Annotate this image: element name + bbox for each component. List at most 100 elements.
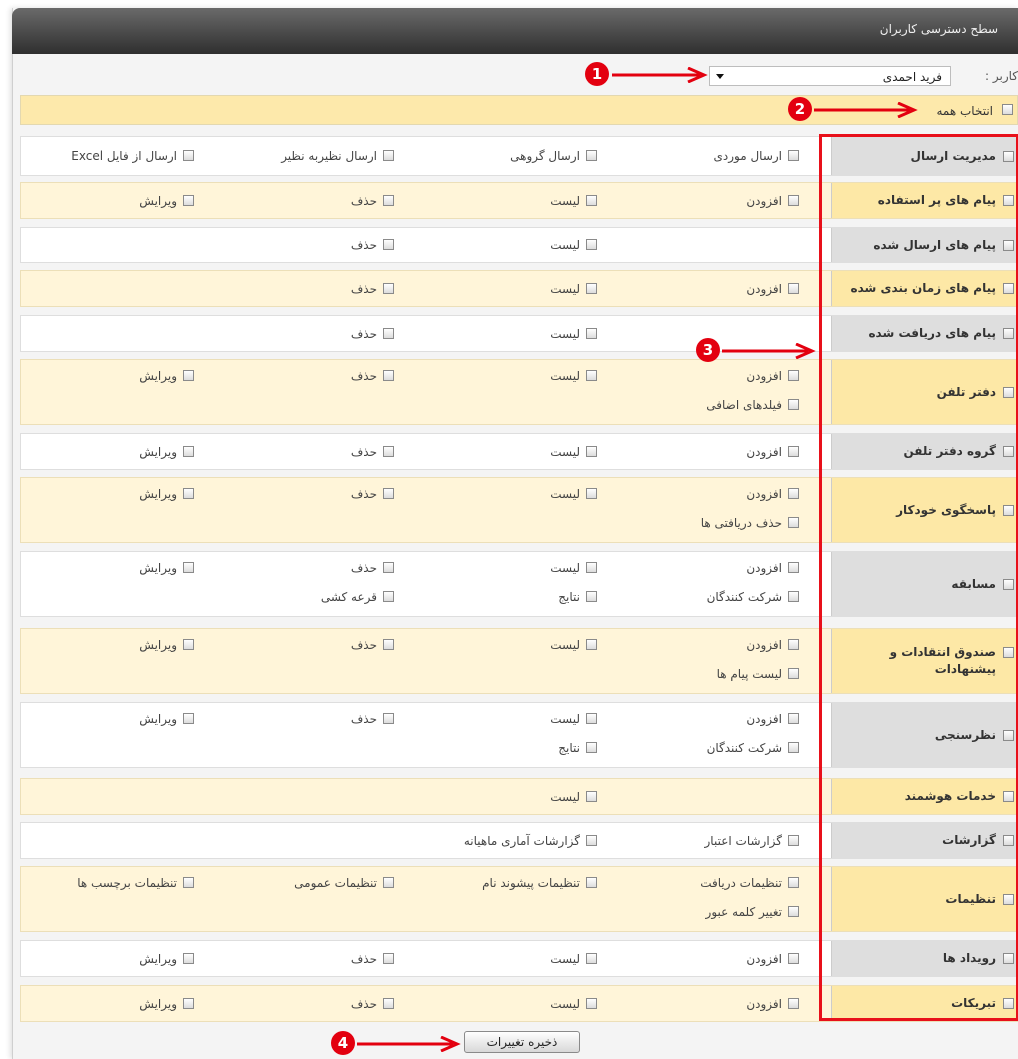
permission-checkbox[interactable] (788, 562, 799, 573)
permission-checkbox[interactable] (788, 835, 799, 846)
permission-option[interactable]: تنظیمات دریافت (624, 875, 799, 891)
permission-option[interactable]: تنظیمات عمومی (219, 875, 394, 891)
permission-checkbox[interactable] (383, 591, 394, 602)
permission-option[interactable]: شرکت کنندگان (624, 740, 799, 756)
permission-checkbox[interactable] (586, 488, 597, 499)
permission-option[interactable]: حذف (219, 560, 394, 576)
permission-checkbox[interactable] (788, 668, 799, 679)
section-checkbox[interactable] (1003, 328, 1014, 339)
permission-option[interactable]: ارسال گروهی (422, 148, 597, 164)
permission-option[interactable]: افزودن (624, 281, 799, 297)
permission-checkbox[interactable] (183, 998, 194, 1009)
permission-option[interactable]: لیست پیام ها (624, 666, 799, 682)
permission-option[interactable]: افزودن (624, 996, 799, 1012)
permission-checkbox[interactable] (788, 488, 799, 499)
permission-checkbox[interactable] (586, 446, 597, 457)
permission-checkbox[interactable] (183, 195, 194, 206)
section-checkbox[interactable] (1003, 998, 1014, 1009)
permission-checkbox[interactable] (788, 906, 799, 917)
select-all-checkbox[interactable] (1002, 104, 1013, 115)
user-select[interactable]: فرید احمدی (709, 66, 951, 86)
permission-checkbox[interactable] (586, 998, 597, 1009)
permission-checkbox[interactable] (183, 562, 194, 573)
permission-checkbox[interactable] (788, 877, 799, 888)
permission-option[interactable]: حذف (219, 237, 394, 253)
permission-option[interactable]: لیست (422, 637, 597, 653)
permission-checkbox[interactable] (788, 953, 799, 964)
permission-option[interactable]: قرعه کشی (219, 589, 394, 605)
permission-option[interactable]: تنظیمات پیشوند نام (422, 875, 597, 891)
permission-checkbox[interactable] (586, 953, 597, 964)
permission-option[interactable]: ارسال موردی (624, 148, 799, 164)
permission-option[interactable]: ویرایش (19, 444, 194, 460)
permission-option[interactable]: ویرایش (19, 560, 194, 576)
section-checkbox[interactable] (1003, 647, 1014, 658)
permission-checkbox[interactable] (586, 283, 597, 294)
permission-option[interactable]: لیست (422, 444, 597, 460)
permission-checkbox[interactable] (383, 370, 394, 381)
section-checkbox[interactable] (1003, 791, 1014, 802)
permission-checkbox[interactable] (383, 328, 394, 339)
permission-checkbox[interactable] (788, 517, 799, 528)
permission-checkbox[interactable] (788, 742, 799, 753)
permission-checkbox[interactable] (788, 399, 799, 410)
permission-checkbox[interactable] (183, 713, 194, 724)
permission-checkbox[interactable] (383, 713, 394, 724)
permission-checkbox[interactable] (383, 150, 394, 161)
permission-option[interactable]: لیست (422, 951, 597, 967)
permission-checkbox[interactable] (383, 998, 394, 1009)
permission-checkbox[interactable] (586, 639, 597, 650)
section-checkbox[interactable] (1003, 151, 1014, 162)
chevron-down-icon[interactable] (716, 74, 724, 79)
permission-checkbox[interactable] (183, 446, 194, 457)
permission-checkbox[interactable] (788, 283, 799, 294)
permission-checkbox[interactable] (383, 639, 394, 650)
permission-option[interactable]: ویرایش (19, 637, 194, 653)
permission-option[interactable]: لیست (422, 326, 597, 342)
permission-checkbox[interactable] (788, 370, 799, 381)
permission-checkbox[interactable] (383, 877, 394, 888)
permission-checkbox[interactable] (183, 953, 194, 964)
permission-option[interactable]: گزارشات آماری ماهیانه (422, 833, 597, 849)
permission-option[interactable]: حذف (219, 996, 394, 1012)
permission-checkbox[interactable] (586, 239, 597, 250)
section-checkbox[interactable] (1003, 953, 1014, 964)
permission-option[interactable]: لیست (422, 368, 597, 384)
permission-checkbox[interactable] (788, 446, 799, 457)
permission-option[interactable]: حذف (219, 193, 394, 209)
permission-checkbox[interactable] (788, 150, 799, 161)
permission-option[interactable]: افزودن (624, 486, 799, 502)
section-checkbox[interactable] (1003, 446, 1014, 457)
permission-option[interactable]: حذف (219, 711, 394, 727)
permission-option[interactable]: ویرایش (19, 996, 194, 1012)
permission-checkbox[interactable] (586, 591, 597, 602)
permission-option[interactable]: افزودن (624, 637, 799, 653)
permission-option[interactable]: شرکت کنندگان (624, 589, 799, 605)
section-checkbox[interactable] (1003, 730, 1014, 741)
permission-option[interactable]: لیست (422, 789, 597, 805)
permission-option[interactable]: افزودن (624, 951, 799, 967)
permission-checkbox[interactable] (183, 877, 194, 888)
section-checkbox[interactable] (1003, 240, 1014, 251)
permission-checkbox[interactable] (383, 562, 394, 573)
permission-option[interactable]: افزودن (624, 560, 799, 576)
section-checkbox[interactable] (1003, 835, 1014, 846)
section-checkbox[interactable] (1003, 387, 1014, 398)
permission-option[interactable]: ویرایش (19, 951, 194, 967)
permission-checkbox[interactable] (383, 195, 394, 206)
permission-option[interactable]: تنظیمات برچسب ها (19, 875, 194, 891)
permission-checkbox[interactable] (788, 639, 799, 650)
permission-checkbox[interactable] (383, 283, 394, 294)
permission-option[interactable]: حذف دریافتی ها (624, 515, 799, 531)
section-checkbox[interactable] (1003, 894, 1014, 905)
permission-option[interactable]: افزودن (624, 193, 799, 209)
section-checkbox[interactable] (1003, 283, 1014, 294)
section-checkbox[interactable] (1003, 579, 1014, 590)
permission-option[interactable]: تغییر کلمه عبور (624, 904, 799, 920)
permission-checkbox[interactable] (586, 370, 597, 381)
permission-option[interactable]: نتایج (422, 740, 597, 756)
permission-checkbox[interactable] (788, 591, 799, 602)
permission-checkbox[interactable] (383, 239, 394, 250)
permission-checkbox[interactable] (788, 713, 799, 724)
permission-option[interactable]: افزودن (624, 711, 799, 727)
